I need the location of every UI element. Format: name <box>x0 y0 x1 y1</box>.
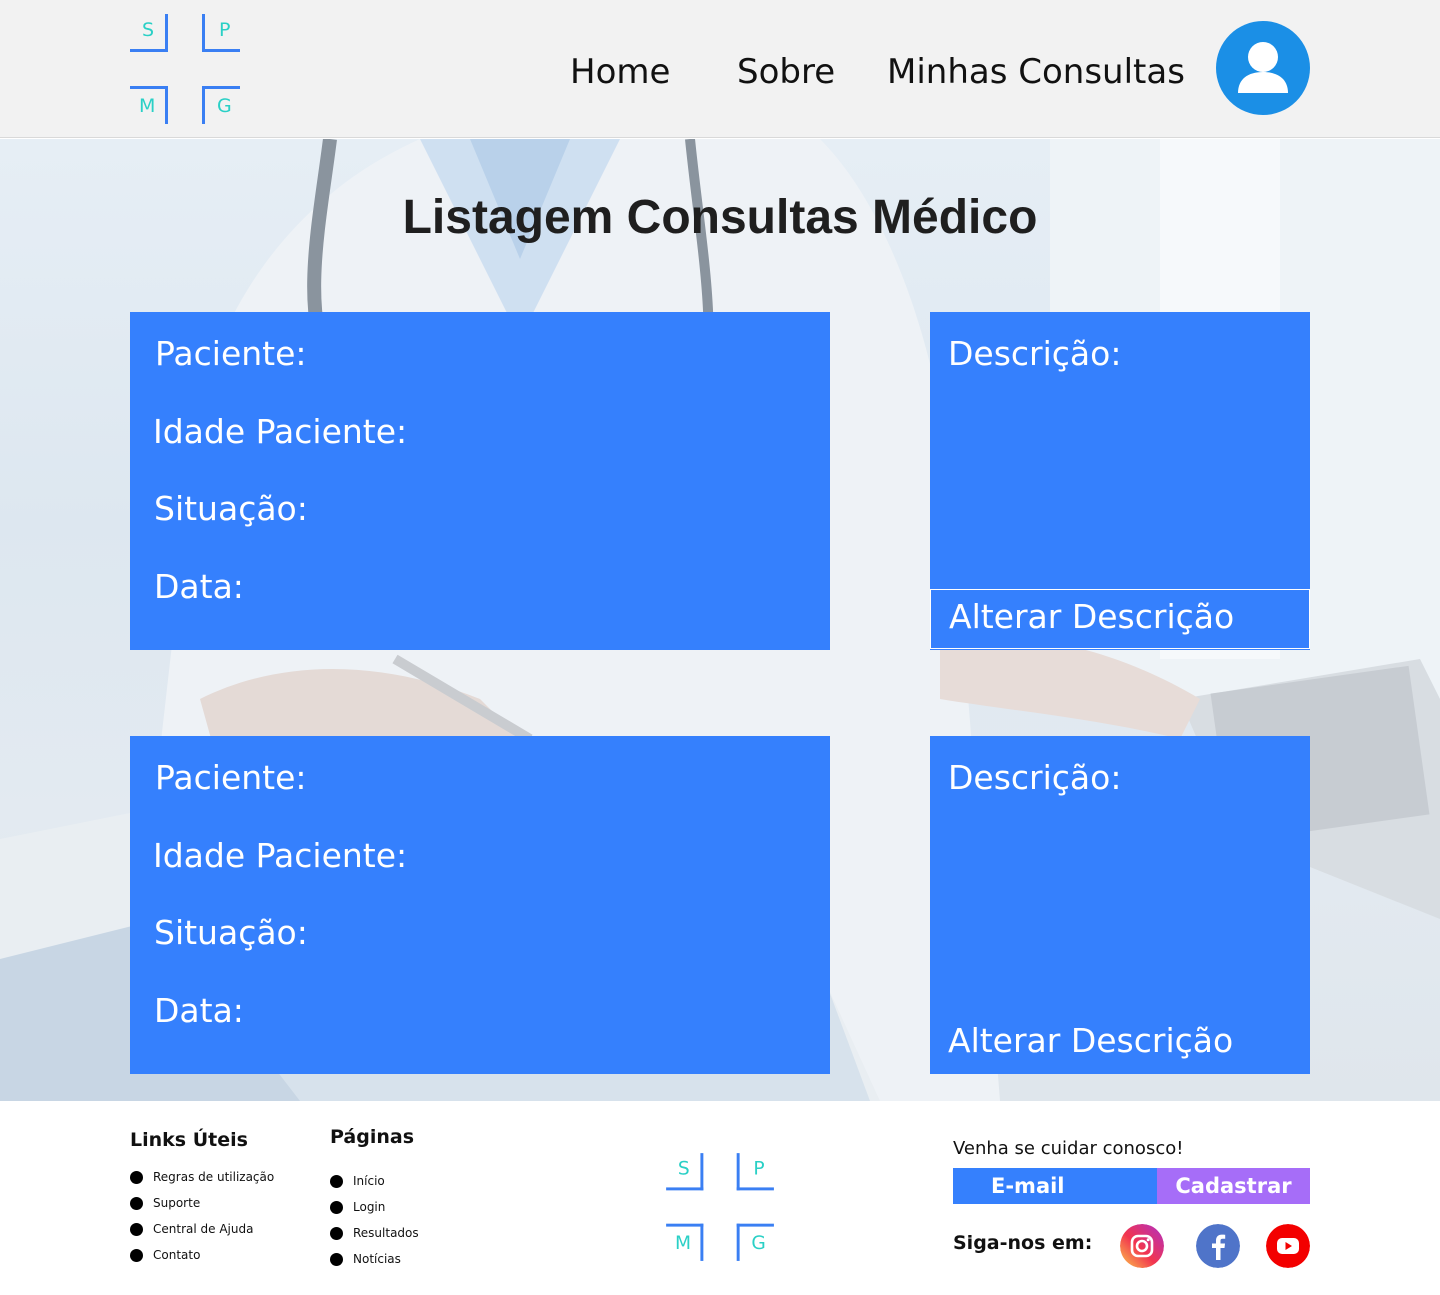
date-label: Data: <box>154 991 244 1030</box>
follow-us-label: Siga-nos em: <box>953 1232 1093 1254</box>
nav-home-link[interactable]: Home <box>570 52 670 92</box>
site-header: S P M G Home Sobre Minhas Consultas <box>0 0 1440 138</box>
patient-age-label: Idade Paciente: <box>153 412 408 451</box>
logo-letter-p: P <box>753 1158 765 1180</box>
list-item[interactable]: Login <box>330 1200 419 1226</box>
consultation-info-card: Paciente: Idade Paciente: Situação: Data… <box>130 312 830 650</box>
instagram-icon[interactable] <box>1120 1224 1164 1268</box>
edit-description-button[interactable]: Alterar Descrição <box>930 1014 1310 1074</box>
list-item[interactable]: Suporte <box>130 1196 274 1222</box>
user-icon <box>1238 42 1288 93</box>
header-logo[interactable]: S P M G <box>130 14 242 126</box>
pages-list: Início Login Resultados Notícias <box>330 1174 419 1278</box>
newsletter-email-input[interactable] <box>953 1168 1158 1204</box>
useful-links-list: Regras de utilização Suporte Central de … <box>130 1170 274 1274</box>
useful-links-title: Links Úteis <box>130 1129 248 1151</box>
list-item[interactable]: Início <box>330 1174 419 1200</box>
newsletter-title: Venha se cuidar conosco! <box>953 1138 1184 1159</box>
logo-letter-m: M <box>139 95 156 117</box>
list-item[interactable]: Regras de utilização <box>130 1170 274 1196</box>
footer-link-home[interactable]: Início <box>353 1174 385 1188</box>
patient-label: Paciente: <box>155 758 307 797</box>
logo-letter-s: S <box>142 19 155 41</box>
description-label: Descrição: <box>948 758 1122 797</box>
logo-letter-s: S <box>677 1158 690 1180</box>
nav-appointments-link[interactable]: Minhas Consultas <box>887 52 1185 92</box>
status-label: Situação: <box>154 913 308 952</box>
logo-letter-g: G <box>217 95 232 117</box>
list-item[interactable]: Notícias <box>330 1252 419 1278</box>
footer-link-results[interactable]: Resultados <box>353 1226 419 1240</box>
edit-description-button[interactable]: Alterar Descrição <box>930 589 1310 649</box>
footer-link-contact[interactable]: Contato <box>153 1248 200 1262</box>
list-item[interactable]: Resultados <box>330 1226 419 1252</box>
newsletter-signup-button[interactable]: Cadastrar <box>1157 1168 1310 1204</box>
footer-link-login[interactable]: Login <box>353 1200 385 1214</box>
footer-logo[interactable]: S P M G <box>666 1153 776 1263</box>
page-title: Listagem Consultas Médico <box>402 191 1038 244</box>
logo-letter-p: P <box>219 19 231 41</box>
description-label: Descrição: <box>948 334 1122 373</box>
consultation-info-card: Paciente: Idade Paciente: Situação: Data… <box>130 736 830 1074</box>
footer-link-news[interactable]: Notícias <box>353 1252 401 1266</box>
footer-link-help-center[interactable]: Central de Ajuda <box>153 1222 253 1236</box>
date-label: Data: <box>154 567 244 606</box>
patient-age-label: Idade Paciente: <box>153 836 408 875</box>
youtube-icon[interactable] <box>1266 1224 1310 1268</box>
user-avatar[interactable] <box>1216 21 1310 115</box>
patient-label: Paciente: <box>155 334 307 373</box>
logo-letter-m: M <box>674 1232 692 1255</box>
consultation-description-card: Descrição: Alterar Descrição <box>930 312 1310 650</box>
pages-title: Páginas <box>330 1126 415 1148</box>
consultation-description-card: Descrição: Alterar Descrição <box>930 736 1310 1074</box>
footer-link-rules[interactable]: Regras de utilização <box>153 1170 274 1184</box>
nav-about-link[interactable]: Sobre <box>737 52 835 92</box>
list-item[interactable]: Contato <box>130 1248 274 1274</box>
footer-link-support[interactable]: Suporte <box>153 1196 200 1210</box>
list-item[interactable]: Central de Ajuda <box>130 1222 274 1248</box>
status-label: Situação: <box>154 489 308 528</box>
logo-letter-g: G <box>751 1232 766 1255</box>
facebook-icon[interactable] <box>1196 1224 1240 1268</box>
